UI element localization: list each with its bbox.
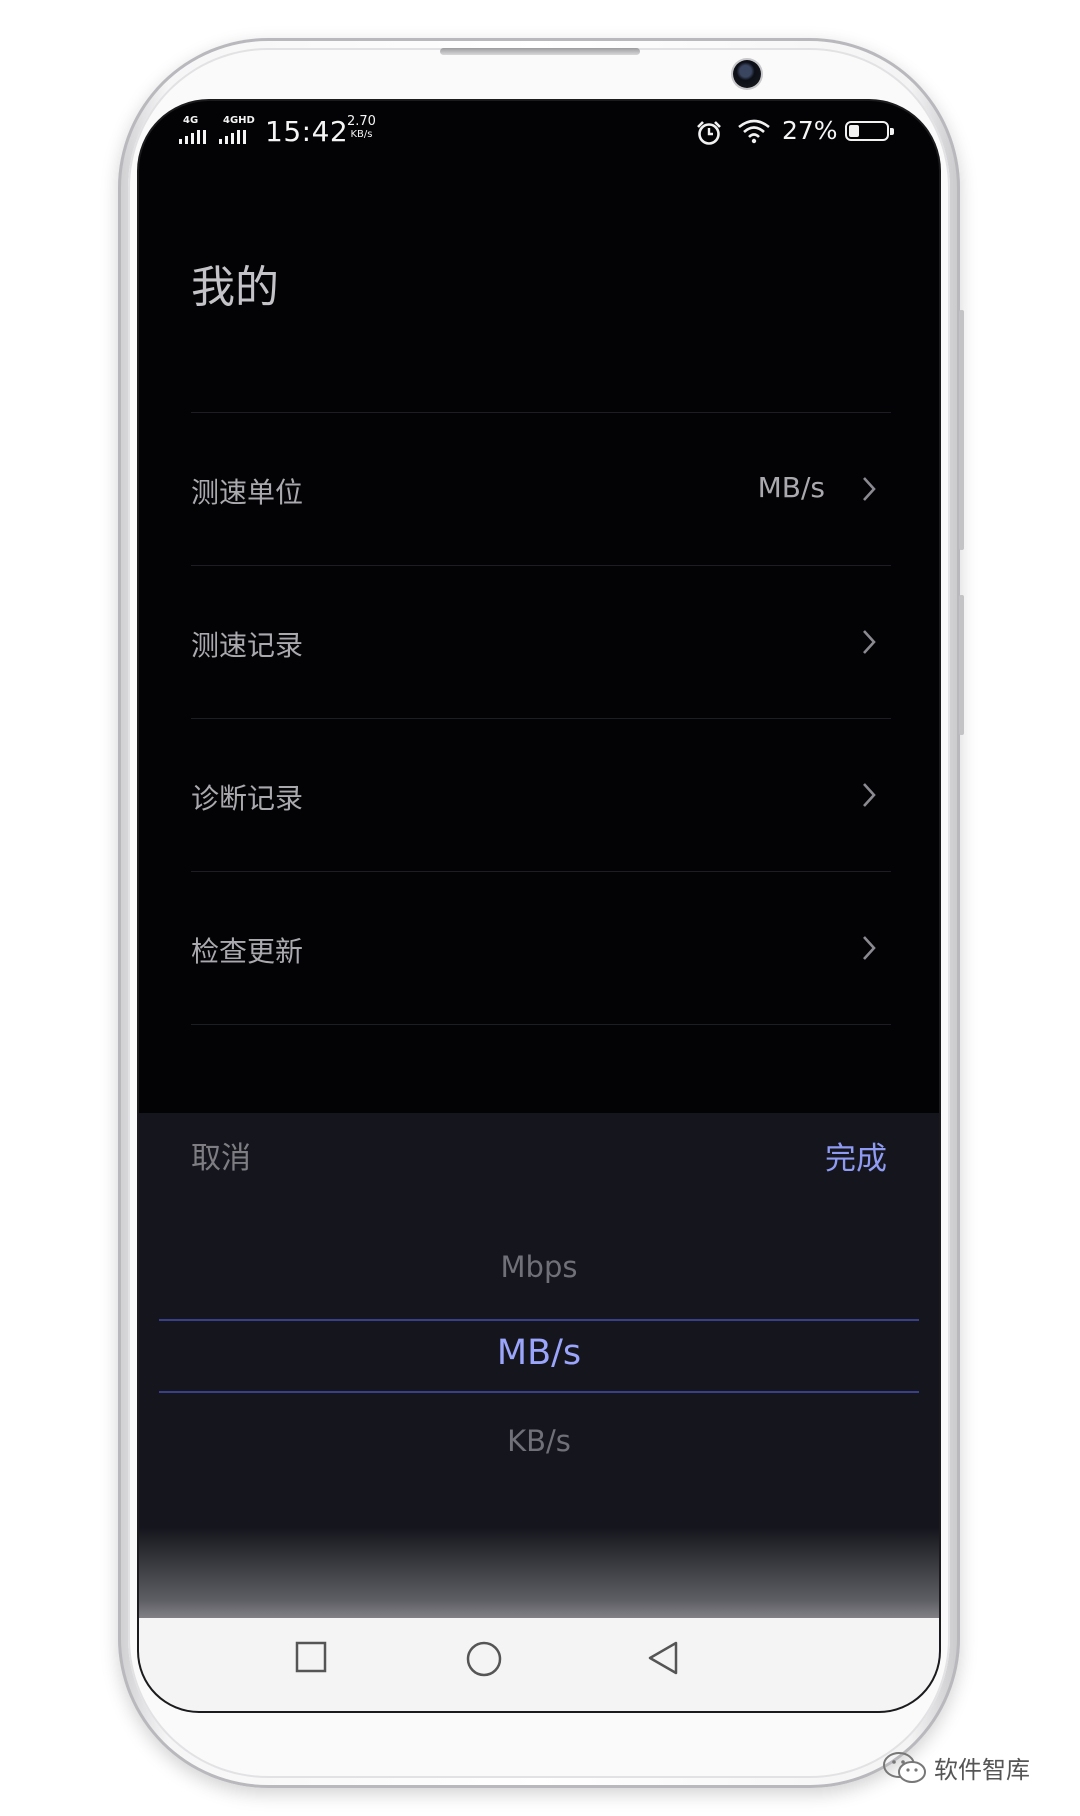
picker-fade [139, 1528, 939, 1618]
front-camera [733, 60, 761, 88]
picker-option-mbps[interactable]: Mbps [139, 1250, 939, 1284]
unit-picker-sheet: 取消 完成 Mbps MB/s KB/s [139, 1113, 939, 1618]
battery-icon [845, 121, 894, 141]
watermark: 软件智库 [882, 1750, 1030, 1785]
picker-selection-line-top [159, 1319, 919, 1321]
wifi-icon [738, 119, 770, 144]
settings-divider [191, 1024, 891, 1025]
settings-row-label: 检查更新 [191, 935, 304, 968]
battery-percent: 27% [782, 116, 838, 145]
status-bar: 4G 4GHD 15:42 2.70 KB/s 27% [139, 101, 939, 161]
picker-selection-line-bottom [159, 1391, 919, 1393]
navigation-bar [139, 1618, 939, 1711]
wechat-icon [883, 1751, 926, 1783]
recent-apps-square-icon[interactable] [294, 1640, 328, 1674]
home-circle-icon[interactable] [465, 1640, 503, 1678]
alarm-icon [697, 121, 721, 145]
picker-option-selected[interactable]: MB/s [139, 1333, 939, 1373]
page-title: 我的 [191, 262, 279, 313]
power-button [959, 595, 964, 735]
sim1-label: 4G [183, 115, 199, 126]
sim1-signal-icon [179, 128, 206, 144]
network-speed: 2.70 KB/s [347, 115, 376, 141]
done-button[interactable]: 完成 [825, 1133, 887, 1178]
picker-option-kbps[interactable]: KB/s [139, 1424, 939, 1458]
settings-row-speed-unit[interactable]: 测速单位 MB/s [191, 412, 891, 566]
sim2-label: 4GHD [223, 115, 255, 126]
settings-row-check-update[interactable]: 检查更新 [191, 871, 891, 1025]
settings-row-label: 测速记录 [191, 629, 304, 662]
earpiece-speaker [440, 48, 640, 55]
chevron-right-icon [863, 936, 876, 960]
settings-row-speed-history[interactable]: 测速记录 [191, 565, 891, 719]
chevron-right-icon [863, 477, 876, 501]
chevron-right-icon [863, 783, 876, 807]
volume-button [959, 310, 964, 550]
sim2-signal-icon [219, 128, 246, 144]
network-speed-unit: KB/s [350, 129, 373, 140]
settings-row-label: 诊断记录 [191, 782, 304, 815]
settings-row-value: MB/s [757, 471, 825, 504]
settings-row-label: 测速单位 [191, 476, 304, 509]
watermark-text: 软件智库 [934, 1756, 1030, 1784]
settings-row-diagnosis-history[interactable]: 诊断记录 [191, 718, 891, 872]
back-triangle-icon[interactable] [646, 1640, 680, 1676]
network-speed-value: 2.70 [347, 114, 376, 129]
screen: 4G 4GHD 15:42 2.70 KB/s 27% 我的 测速单位 MB/s… [139, 101, 939, 1711]
status-time: 15:42 [265, 115, 349, 148]
cancel-button[interactable]: 取消 [191, 1133, 251, 1177]
chevron-right-icon [863, 630, 876, 654]
